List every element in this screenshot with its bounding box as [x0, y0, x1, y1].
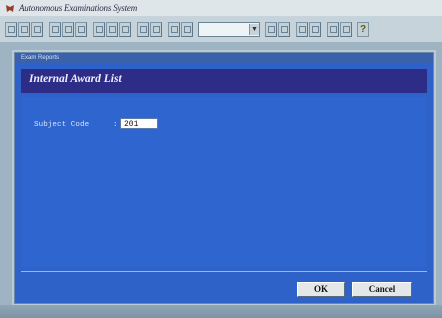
ok-button[interactable]: OK [297, 282, 345, 297]
toolbar-group-4 [137, 21, 163, 37]
toolbar-group-2 [49, 21, 88, 37]
toolbar-view-icon[interactable] [181, 21, 193, 37]
toolbar-save-icon[interactable] [18, 21, 30, 37]
toolbar-new-icon[interactable] [5, 21, 17, 37]
toolbar-group-3 [93, 21, 132, 37]
form-area: Subject Code : 201 [21, 97, 427, 267]
dialog-caption: Exam Reports [15, 53, 433, 63]
toolbar-exit-icon[interactable] [340, 21, 352, 37]
toolbar-delete-icon[interactable] [150, 21, 162, 37]
toolbar-copy-icon[interactable] [62, 21, 74, 37]
divider [21, 271, 427, 272]
screen: Autonomous Examinations System ▼ ? Exam … [0, 0, 442, 318]
toolbar-combo[interactable]: ▼ [198, 21, 260, 37]
toolbar-find-icon[interactable] [265, 21, 277, 37]
toolbar-first-icon[interactable] [93, 21, 105, 37]
help-icon[interactable]: ? [357, 21, 369, 37]
toolbar-filter-icon[interactable] [278, 21, 290, 37]
toolbar-next-icon[interactable] [119, 21, 131, 37]
exam-reports-dialog: Exam Reports Internal Award List Subject… [14, 52, 434, 304]
toolbar-paste-icon[interactable] [75, 21, 87, 37]
toolbar-print-icon[interactable] [31, 21, 43, 37]
toolbar: ▼ ? [0, 16, 442, 42]
toolbar-group-1 [5, 21, 44, 37]
toolbar-sort-icon[interactable] [296, 21, 308, 37]
subject-code-label: Subject Code [34, 121, 90, 129]
chevron-down-icon[interactable]: ▼ [249, 23, 259, 35]
toolbar-group-8 [327, 21, 353, 37]
page-title: Internal Award List [29, 73, 122, 85]
toolbar-add-icon[interactable] [137, 21, 149, 37]
toolbar-group-5 [168, 21, 194, 37]
cancel-button[interactable]: Cancel [352, 282, 412, 297]
toolbar-group-6 [265, 21, 291, 37]
subject-code-separator: : [113, 121, 118, 129]
toolbar-group-7 [296, 21, 322, 37]
toolbar-cut-icon[interactable] [49, 21, 61, 37]
subject-code-input[interactable]: 201 [120, 118, 158, 129]
app-title: Autonomous Examinations System [19, 3, 137, 13]
app-titlebar: Autonomous Examinations System [0, 0, 442, 16]
banner: Internal Award List [21, 69, 427, 93]
toolbar-prev-icon[interactable] [106, 21, 118, 37]
toolbar-report-icon[interactable] [327, 21, 339, 37]
app-logo-icon [5, 4, 15, 13]
toolbar-refresh-icon[interactable] [309, 21, 321, 37]
toolbar-edit-icon[interactable] [168, 21, 180, 37]
bottom-edge [0, 305, 442, 318]
